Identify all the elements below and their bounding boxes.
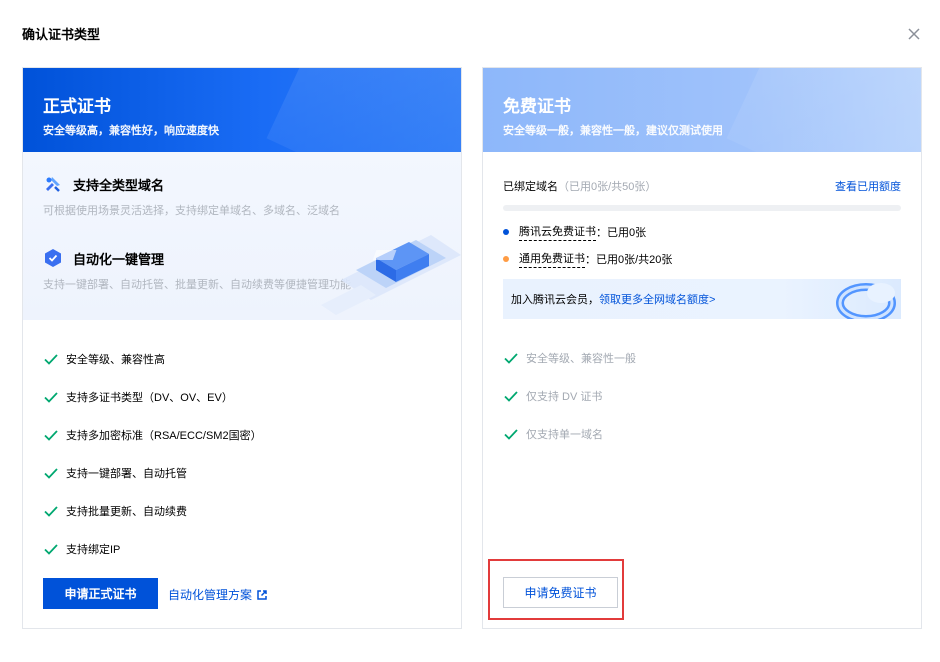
quota-name[interactable]: 腾讯云免费证书 [519,223,596,241]
list-item: 安全等级、兼容性高 [43,340,262,378]
check-icon [504,353,518,364]
feature-automation: 自动化一键管理 支持一键部署、自动托管、批量更新、自动续费等便捷管理功能 [43,248,351,292]
formal-feature-list: 安全等级、兼容性高 支持多证书类型（DV、OV、EV） 支持多加密标准（RSA/… [43,340,262,568]
orange-dot-icon [503,256,509,262]
quota-tencent-free: 腾讯云免费证书 ：已用0张 [503,223,646,241]
feature-domain: 支持全类型域名 可根据使用场景灵活选择，支持绑定单域名、多域名、泛域名 [43,174,340,218]
formal-feature-block: 支持全类型域名 可根据使用场景灵活选择，支持绑定单域名、多域名、泛域名 自动化一… [23,152,461,320]
domain-icon [46,177,60,192]
view-quota-link[interactable]: 查看已用额度 [835,178,901,194]
check-icon [44,354,58,365]
bound-domain-label: 已绑定域名 [503,181,558,193]
formal-card-header: 正式证书 安全等级高，兼容性好，响应速度快 [23,68,461,152]
dialog-title: 确认证书类型 [22,27,101,42]
blue-dot-icon [503,229,509,235]
list-item: 支持多证书类型（DV、OV、EV） [43,378,262,416]
quota-usage: ：已用0张/共20张 [585,254,673,266]
feature-desc: 可根据使用场景灵活选择，支持绑定单域名、多域名、泛域名 [43,205,340,217]
list-item: 支持绑定IP [43,530,262,568]
apply-formal-certificate-button[interactable]: 申请正式证书 [43,578,158,609]
promo-ring-illustration [836,283,896,319]
promo-text: 加入腾讯云会员， [511,294,599,306]
list-item: 支持批量更新、自动续费 [43,492,262,530]
free-certificate-card[interactable]: 免费证书 安全等级一般，兼容性一般，建议仅测试使用 已绑定域名（已用0张/共50… [482,67,922,629]
check-icon [44,506,58,517]
list-item: 仅支持 DV 证书 [503,377,636,415]
quota-progress-bar [503,205,901,211]
list-item: 支持多加密标准（RSA/ECC/SM2国密） [43,416,262,454]
check-icon [504,429,518,440]
formal-card-title: 正式证书 [43,97,111,116]
automation-solution-link[interactable]: 自动化管理方案 [168,586,268,603]
free-card-subtitle: 安全等级一般，兼容性一般，建议仅测试使用 [503,125,723,137]
check-icon [504,391,518,402]
close-icon[interactable] [905,25,923,43]
check-icon [44,392,58,403]
check-icon [44,430,58,441]
feature-title: 支持全类型域名 [73,177,165,193]
automation-solution-label: 自动化管理方案 [168,588,253,602]
member-promo-banner: 加入腾讯云会员， 领取更多全网域名额度> [503,279,901,319]
automation-icon [45,249,61,267]
list-item: 安全等级、兼容性一般 [503,339,636,377]
feature-desc: 支持一键部署、自动托管、批量更新、自动续费等便捷管理功能 [43,279,351,291]
quota-general-free: 通用免费证书 ：已用0张/共20张 [503,250,672,268]
quota-name[interactable]: 通用免费证书 [519,250,585,268]
check-icon [44,544,58,555]
formal-certificate-card[interactable]: 正式证书 安全等级高，兼容性好，响应速度快 支持全类型域名 可根据使用场景灵活选… [22,67,462,629]
check-icon [44,468,58,479]
free-feature-list: 安全等级、兼容性一般 仅支持 DV 证书 仅支持单一域名 [503,339,636,453]
cloud-management-illustration [321,235,461,315]
bound-domain-usage: （已用0张/共50张） [558,181,657,193]
promo-link[interactable]: 领取更多全网域名额度> [599,291,715,307]
list-item: 支持一键部署、自动托管 [43,454,262,492]
list-item: 仅支持单一域名 [503,415,636,453]
bound-domain-row: 已绑定域名（已用0张/共50张） 查看已用额度 [503,178,901,194]
free-card-title: 免费证书 [503,97,571,116]
feature-title: 自动化一键管理 [73,251,165,267]
free-card-header: 免费证书 安全等级一般，兼容性一般，建议仅测试使用 [483,68,921,152]
quota-usage: ：已用0张 [596,227,647,239]
formal-card-subtitle: 安全等级高，兼容性好，响应速度快 [43,125,219,137]
external-link-icon [257,589,267,600]
highlight-box [488,559,624,620]
